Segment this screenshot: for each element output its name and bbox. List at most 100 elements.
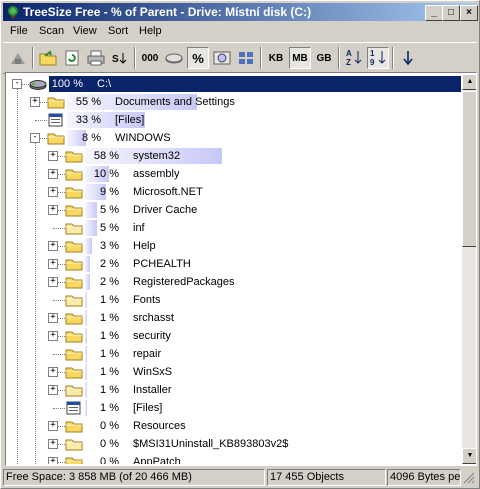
open-folder-icon [39,50,57,66]
disk-size-button[interactable] [163,47,185,69]
folder-name: WINDOWS [115,132,171,144]
tree-row[interactable]: +1 % WinSxS [7,363,461,381]
disk-icon [165,53,183,64]
kb-button[interactable]: KB [265,47,287,69]
menu-scan[interactable]: Scan [39,25,64,37]
open-folder-button[interactable] [37,47,59,69]
percent-value: 1 % [100,312,119,324]
tree-row[interactable]: - 100 % C:\ [7,75,461,93]
percent-value: 100 % [51,78,83,90]
menu-sort[interactable]: Sort [108,25,128,37]
percent-value: 1 % [100,366,119,378]
tree-row[interactable]: - 8 % WINDOWS [7,129,461,147]
menu-view[interactable]: View [73,25,97,37]
mb-button[interactable]: MB [289,47,311,69]
percent-button[interactable]: % [187,47,209,69]
tree-connector [53,300,65,301]
file-count-button[interactable]: 000 [139,47,161,69]
tree-row[interactable]: +10 % assembly [7,165,461,183]
details-view-button[interactable] [235,47,257,69]
folder-name: assembly [133,168,180,180]
gb-button[interactable]: GB [313,47,335,69]
pie-chart-icon [213,51,231,65]
expand-icon[interactable]: + [48,187,58,197]
resize-grip-icon[interactable] [463,472,475,484]
expand-icon[interactable]: + [48,439,58,449]
percent-value: 1 % [100,294,119,306]
tree-row[interactable]: +2 % RegisteredPackages [7,273,461,291]
scroll-up-button[interactable]: ▲ [462,74,476,90]
tree-row[interactable]: +5 % Driver Cache [7,201,461,219]
sort-button[interactable]: S [109,47,131,69]
sort-by-name-button[interactable]: A Z [343,47,365,69]
file-count-label: 000 [141,52,159,64]
expand-icon[interactable]: + [48,151,58,161]
expand-icon[interactable]: + [48,331,58,341]
tree-row[interactable]: +1 % Installer [7,381,461,399]
maximize-button[interactable]: □ [442,5,460,21]
title-bar[interactable]: TreeSize Free - % of Parent - Drive: Mís… [3,3,478,21]
expand-icon[interactable]: + [48,277,58,287]
tree-row[interactable]: 1 % repair [7,345,461,363]
scroll-down-button[interactable]: ▼ [462,448,476,464]
folder-name: repair [133,348,162,360]
close-button[interactable]: × [460,5,478,21]
tree-row[interactable]: +55 % Documents and Settings [7,93,461,111]
folder-name: Microsoft.NET [133,186,203,198]
menu-help[interactable]: Help [139,25,162,37]
folder-name: Documents and Settings [115,96,235,108]
tree-row[interactable]: +3 % Help [7,237,461,255]
menu-file[interactable]: File [10,25,28,37]
toolbar: S 000 % KB MB GB A Z 1 9 [3,42,477,74]
vertical-scrollbar[interactable]: ▲ ▼ [462,74,476,464]
sort-by-size-button[interactable]: 1 9 [367,47,389,69]
tree-row[interactable]: 33 % [Files] [7,111,461,129]
tree-row[interactable]: +1 % security [7,327,461,345]
tree-connector [53,354,65,355]
scroll-thumb[interactable] [462,91,476,247]
expand-icon[interactable]: + [48,313,58,323]
tree-row[interactable]: +1 % srchasst [7,309,461,327]
sort-descending-button[interactable] [397,47,419,69]
collapse-icon[interactable]: - [12,79,22,89]
percent-value: 1 % [100,402,119,414]
percent-value: 0 % [100,456,119,464]
tree-row[interactable]: +58 % system32 [7,147,461,165]
expand-icon[interactable]: + [48,421,58,431]
tree-connector [53,228,65,229]
tree-row[interactable]: 1 % [Files] [7,399,461,417]
window-title: TreeSize Free - % of Parent - Drive: Mís… [23,5,312,19]
pie-chart-button[interactable] [211,47,233,69]
expand-icon[interactable]: + [48,457,58,464]
minimize-button[interactable]: _ [425,5,443,21]
collapse-icon[interactable]: - [30,133,40,143]
sort-az-icon: A Z [345,49,363,67]
folder-name: $MSI31Uninstall_KB893803v2$ [133,438,289,450]
expand-icon[interactable]: + [48,241,58,251]
up-folder-button[interactable] [7,47,29,69]
percent-label: % [192,50,204,66]
expand-icon[interactable]: + [48,169,58,179]
directory-tree[interactable]: - 100 % C:\ +55 % Documents and Settings 33 %… [5,72,477,466]
free-space-status: Free Space: 3 858 MB (of 20 466 MB) [3,469,265,486]
refresh-button[interactable] [61,47,83,69]
print-button[interactable] [85,47,107,69]
tree-row[interactable]: 5 % inf [7,219,461,237]
expand-icon[interactable]: + [48,259,58,269]
percent-value: 5 % [100,204,119,216]
tree-row[interactable]: 1 % Fonts [7,291,461,309]
tree-row[interactable]: +0 % AppPatch [7,453,461,464]
expand-icon[interactable]: + [48,367,58,377]
toolbar-separator [32,47,34,69]
tree-row[interactable]: +9 % Microsoft.NET [7,183,461,201]
gb-label: GB [316,52,332,64]
expand-icon[interactable]: + [48,385,58,395]
treesize-app-icon [8,6,18,18]
tree-row[interactable]: +0 % $MSI31Uninstall_KB893803v2$ [7,435,461,453]
tree-row[interactable]: +0 % Resources [7,417,461,435]
expand-icon[interactable]: + [48,205,58,215]
expand-icon[interactable]: + [30,97,40,107]
cluster-size-status: 4096 Bytes per [387,469,461,486]
mb-label: MB [292,52,308,64]
tree-row[interactable]: +2 % PCHEALTH [7,255,461,273]
